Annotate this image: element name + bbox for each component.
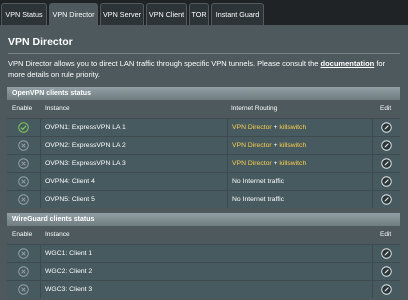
killswitch-label: killswitch <box>279 124 307 131</box>
column-divider <box>40 155 41 172</box>
page-description: VPN Director allows you to direct LAN tr… <box>8 58 400 80</box>
column-divider <box>40 119 41 136</box>
routing-mode: No Internet traffic <box>232 196 285 203</box>
instance-name: WGC3: Client 3 <box>45 286 93 293</box>
column-divider <box>372 263 373 280</box>
x-circle-icon <box>18 140 29 151</box>
openvpn-table-header: OpenVPN clients status <box>7 87 400 100</box>
openvpn-column-headers: Enable Instance Internet Routing Edit <box>7 100 400 118</box>
column-divider <box>40 281 41 298</box>
column-divider <box>227 137 228 154</box>
x-circle-icon <box>18 176 29 187</box>
edit-icon[interactable] <box>381 194 392 205</box>
instance-name: OVPN3: ExpressVPN LA 3 <box>45 160 126 167</box>
routing-mode: VPN Director <box>232 142 272 149</box>
edit-icon[interactable] <box>381 158 392 169</box>
x-circle-icon <box>18 194 29 205</box>
instance-name: WGC1: Client 1 <box>45 250 93 257</box>
tab-vpn-director[interactable]: VPN Director <box>49 3 98 25</box>
openvpn-clients-table: OpenVPN clients status Enable Instance I… <box>7 87 400 208</box>
column-enable: Enable <box>12 105 33 112</box>
instance-name: OVPN5: Client 5 <box>45 196 95 203</box>
column-instance: Instance <box>45 231 70 238</box>
column-divider <box>40 245 41 262</box>
instance-name: WGC2: Client 2 <box>45 268 93 275</box>
column-divider <box>40 173 41 190</box>
page-title: VPN Director <box>8 36 73 48</box>
killswitch-label: killswitch <box>279 160 307 167</box>
wireguard-table-header: WireGuard clients status <box>7 213 400 226</box>
internet-routing-value: VPN Director + killswitch <box>232 155 306 172</box>
column-divider <box>40 263 41 280</box>
killswitch-label: killswitch <box>279 142 307 149</box>
routing-mode: No Internet traffic <box>232 178 285 185</box>
tab-vpn-server[interactable]: VPN Server <box>100 3 144 25</box>
column-divider <box>372 281 373 298</box>
internet-routing-value: No Internet traffic <box>232 173 284 190</box>
column-divider <box>227 155 228 172</box>
table-row: OVPN5: Client 5 No Internet traffic <box>7 190 400 208</box>
instance-name: OVPN2: ExpressVPN LA 2 <box>45 142 126 149</box>
column-edit: Edit <box>380 231 392 238</box>
column-divider <box>372 155 373 172</box>
description-text: VPN Director allows you to direct LAN tr… <box>8 59 321 68</box>
x-circle-icon <box>18 284 29 295</box>
x-circle-icon <box>18 248 29 259</box>
routing-mode: VPN Director <box>232 160 272 167</box>
routing-mode: VPN Director <box>232 124 272 131</box>
title-divider <box>8 53 400 54</box>
edit-icon[interactable] <box>381 284 392 295</box>
table-row: WGC1: Client 1 <box>7 244 400 262</box>
tab-vpn-status[interactable]: VPN Status <box>1 3 47 25</box>
table-row: OVPN2: ExpressVPN LA 2 VPN Director + kil… <box>7 136 400 154</box>
documentation-link[interactable]: documentation <box>321 59 375 68</box>
column-enable: Enable <box>12 231 33 238</box>
column-divider <box>372 119 373 136</box>
edit-icon[interactable] <box>381 266 392 277</box>
tab-tor[interactable]: TOR <box>189 3 209 25</box>
table-row: OVPN1: ExpressVPN LA 1 VPN Director + kil… <box>7 118 400 136</box>
instance-name: OVPN1: ExpressVPN LA 1 <box>45 124 126 131</box>
tab-bar: VPN Status VPN Director VPN Server VPN C… <box>0 0 408 26</box>
internet-routing-value: No Internet traffic <box>232 191 284 208</box>
x-circle-icon <box>18 266 29 277</box>
content-panel: VPN Director VPN Director allows you to … <box>0 25 408 300</box>
check-circle-icon <box>18 122 29 133</box>
column-edit: Edit <box>380 105 392 112</box>
column-divider <box>372 191 373 208</box>
table-row: WGC2: Client 2 <box>7 262 400 280</box>
instance-name: OVPN4: Client 4 <box>45 178 95 185</box>
column-divider <box>372 173 373 190</box>
wireguard-clients-table: WireGuard clients status Enable Instance… <box>7 213 400 300</box>
table-row: WGC3: Client 3 <box>7 280 400 298</box>
column-divider <box>227 191 228 208</box>
internet-routing-value: VPN Director + killswitch <box>232 137 306 154</box>
column-divider <box>372 137 373 154</box>
wireguard-column-headers: Enable Instance Edit <box>7 226 400 244</box>
column-divider <box>227 173 228 190</box>
column-divider <box>40 191 41 208</box>
edit-icon[interactable] <box>381 248 392 259</box>
edit-icon[interactable] <box>381 176 392 187</box>
x-circle-icon <box>18 158 29 169</box>
column-divider <box>227 119 228 136</box>
column-instance: Instance <box>45 105 70 112</box>
tab-vpn-client[interactable]: VPN Client <box>146 3 187 25</box>
table-row: OVPN3: ExpressVPN LA 3 VPN Director + kil… <box>7 154 400 172</box>
table-row: OVPN4: Client 4 No Internet traffic <box>7 172 400 190</box>
edit-icon[interactable] <box>381 122 392 133</box>
tab-instant-guard[interactable]: Instant Guard <box>211 3 264 25</box>
edit-icon[interactable] <box>381 140 392 151</box>
column-divider <box>372 245 373 262</box>
column-internet-routing: Internet Routing <box>231 105 278 112</box>
internet-routing-value: VPN Director + killswitch <box>232 119 306 136</box>
column-divider <box>40 137 41 154</box>
